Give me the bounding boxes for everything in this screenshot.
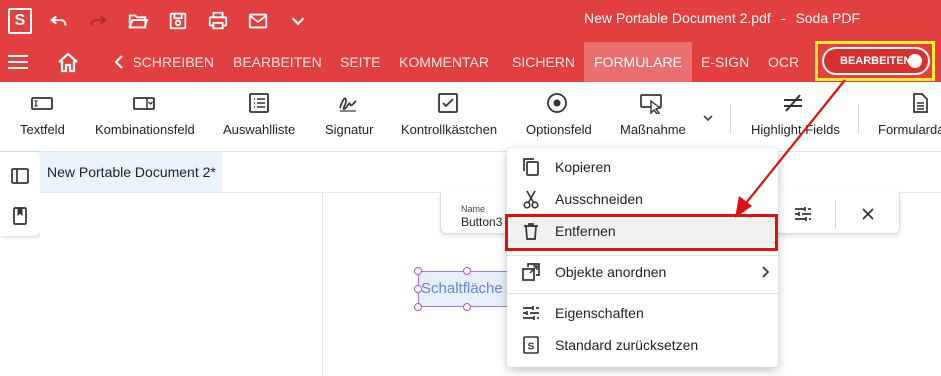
print-icon[interactable] xyxy=(205,9,231,33)
app-logo[interactable]: S xyxy=(8,8,32,34)
home-icon[interactable] xyxy=(56,51,80,73)
checkbox-tool[interactable]: Kontrollkästchen xyxy=(401,82,506,152)
resize-handle[interactable] xyxy=(414,267,422,275)
resize-handle[interactable] xyxy=(414,285,422,293)
svg-text:S: S xyxy=(528,342,535,353)
menu-item-properties[interactable]: Eigenschaften xyxy=(507,297,778,329)
tab-seite[interactable]: SEITE xyxy=(340,42,380,82)
more-tools-chevron-icon[interactable] xyxy=(702,113,714,123)
menu-item-arrange[interactable]: Objekte anordnen xyxy=(507,256,778,288)
form-data-label: Formularda xyxy=(878,122,941,137)
annotation-highlight-box xyxy=(815,41,935,81)
signature-tool[interactable]: Signatur xyxy=(325,82,380,152)
chevron-down-icon[interactable] xyxy=(285,9,311,33)
field-name-value[interactable]: Button3 xyxy=(461,215,502,229)
action-tool[interactable]: Maßnahme xyxy=(620,82,690,152)
chevron-right-icon xyxy=(762,266,770,278)
listbox-label: Auswahlliste xyxy=(223,122,296,137)
title-separator: - xyxy=(780,10,786,26)
open-folder-icon[interactable] xyxy=(125,9,151,33)
checkbox-icon xyxy=(438,93,458,113)
window-title: New Portable Document 2.pdf - Soda PDF xyxy=(584,10,860,26)
tab-bearbeiten[interactable]: BEARBEITEN xyxy=(233,42,322,82)
left-side-panel xyxy=(0,152,40,236)
radio-tool[interactable]: Optionsfeld xyxy=(526,82,598,152)
title-bar: S New Portable Document 2.pdf - Soda PDF xyxy=(0,0,941,42)
menu-item-label: Ausschneiden xyxy=(555,191,643,207)
form-data-icon xyxy=(913,93,928,113)
combobox-icon xyxy=(133,97,155,110)
checkbox-label: Kontrollkästchen xyxy=(401,122,498,137)
tab-schreiben[interactable]: SCHREIBEN xyxy=(134,42,214,82)
menu-item-label: Standard zurücksetzen xyxy=(555,337,699,353)
panel-toggle-icon[interactable] xyxy=(10,166,30,186)
signature-label: Signatur xyxy=(325,122,374,137)
soda-logo-icon: S xyxy=(523,336,539,354)
document-name: New Portable Document 2.pdf xyxy=(584,10,771,26)
menu-item-label: Kopieren xyxy=(555,159,612,175)
tab-kommentar[interactable]: KOMMENTAR xyxy=(399,42,489,82)
scroll-tabs-left-icon[interactable] xyxy=(112,53,126,71)
action-label: Maßnahme xyxy=(620,122,686,137)
document-tab[interactable]: New Portable Document 2* xyxy=(40,152,222,192)
redo-icon[interactable] xyxy=(85,9,111,33)
bookmark-icon[interactable] xyxy=(10,206,30,226)
undo-icon[interactable] xyxy=(46,9,72,33)
tab-sichern[interactable]: SICHERN xyxy=(512,42,575,82)
app-name: Soda PDF xyxy=(795,10,861,26)
listbox-tool[interactable]: Auswahlliste xyxy=(223,82,303,152)
menu-bar: SCHREIBEN BEARBEITEN SEITE KOMMENTAR SIC… xyxy=(0,42,941,82)
copy-icon xyxy=(523,158,539,176)
annotation-arrow xyxy=(735,79,846,218)
menu-item-reset-default[interactable]: S Standard zurücksetzen xyxy=(507,329,778,361)
listbox-icon xyxy=(249,93,269,113)
tab-formulare[interactable]: FORMULARE xyxy=(584,42,692,82)
scissors-icon xyxy=(523,190,539,209)
arrange-objects-icon xyxy=(522,263,540,281)
resize-handle[interactable] xyxy=(414,303,422,311)
form-data-tool[interactable]: Formularda xyxy=(878,82,941,152)
page-edge xyxy=(322,192,323,376)
field-name-label: Name xyxy=(461,204,486,214)
textfield-label: Textfeld xyxy=(20,122,65,137)
resize-handle[interactable] xyxy=(463,267,471,275)
mail-icon[interactable] xyxy=(245,9,271,33)
tab-esign[interactable]: E-SIGN xyxy=(701,42,749,82)
menu-item-label: Objekte anordnen xyxy=(555,264,667,280)
radio-label: Optionsfeld xyxy=(526,122,592,137)
soda-pdf-window: S New Portable Document 2.pdf-Soda PDF xyxy=(0,0,941,376)
menu-separator xyxy=(507,293,778,294)
properties-sliders-icon xyxy=(523,306,539,320)
resize-handle[interactable] xyxy=(463,303,471,311)
action-cursor-icon xyxy=(640,94,662,114)
textfield-tool[interactable]: Textfeld xyxy=(20,82,70,152)
menu-item-label: Eigenschaften xyxy=(555,305,644,321)
close-icon[interactable] xyxy=(858,204,878,224)
tab-ocr[interactable]: OCR xyxy=(768,42,799,82)
combobox-label: Kombinationsfeld xyxy=(95,122,195,137)
save-icon[interactable] xyxy=(165,9,191,33)
hamburger-menu-icon[interactable] xyxy=(8,54,28,70)
combobox-tool[interactable]: Kombinationsfeld xyxy=(95,82,200,152)
signature-icon xyxy=(339,97,357,112)
textfield-icon xyxy=(31,97,53,110)
radio-button-icon xyxy=(547,93,567,113)
